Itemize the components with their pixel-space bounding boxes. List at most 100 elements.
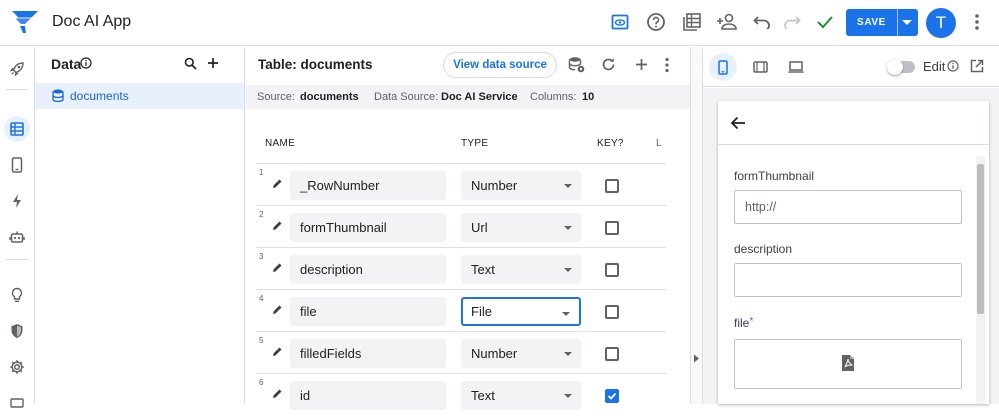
row-number: 3 <box>259 252 264 261</box>
phone-icon[interactable] <box>4 152 30 178</box>
table-row: 2 formThumbnail Url <box>256 205 666 247</box>
app-title: Doc AI App <box>52 13 132 30</box>
edit-pencil-icon[interactable] <box>271 388 283 400</box>
key-checkbox[interactable] <box>605 263 619 277</box>
save-options-chevron-down-icon[interactable] <box>902 20 912 25</box>
refresh-icon[interactable] <box>601 57 616 72</box>
preview-canvas: formThumbnail http:// description file* <box>703 88 999 404</box>
save-button-separator <box>897 9 898 36</box>
edit-mode-toggle[interactable] <box>887 59 915 75</box>
database-settings-icon[interactable] <box>568 56 586 74</box>
add-icon[interactable] <box>635 58 648 71</box>
panel-splitter[interactable] <box>690 47 703 404</box>
column-type-value: Text <box>471 388 495 403</box>
key-checkbox[interactable] <box>605 347 619 361</box>
column-name-input[interactable]: file <box>290 297 446 326</box>
data-panel-title: Data <box>51 56 82 72</box>
edit-pencil-icon[interactable] <box>271 262 283 274</box>
column-header-truncated: L <box>656 138 662 149</box>
open-in-new-icon[interactable] <box>970 59 984 73</box>
field-label-formthumbnail: formThumbnail <box>734 169 815 183</box>
back-arrow-icon[interactable] <box>730 116 746 130</box>
add-user-icon[interactable] <box>716 11 738 33</box>
column-type-value: File <box>471 304 492 319</box>
required-mark: * <box>749 316 754 327</box>
dropdown-arrow-icon <box>564 226 572 230</box>
bolt-icon[interactable] <box>4 188 30 214</box>
device-frame: formThumbnail http:// description file* <box>718 101 989 404</box>
row-number: 6 <box>259 378 264 387</box>
settings-icon[interactable] <box>4 354 30 380</box>
columns-label: Columns: <box>530 91 577 103</box>
rocket-icon[interactable] <box>4 56 30 82</box>
description-field[interactable] <box>734 263 962 297</box>
rail-more-icon[interactable] <box>4 390 30 416</box>
column-type-select[interactable]: Number <box>461 339 581 368</box>
sidebar-item-documents[interactable]: documents <box>35 83 244 109</box>
rail-divider <box>6 89 28 90</box>
app-preview-panel: Edit formThumbnail http:// description f… <box>703 47 999 404</box>
robot-icon[interactable] <box>4 224 30 250</box>
scrollbar-thumb[interactable] <box>977 164 984 314</box>
desktop-view-icon[interactable] <box>782 53 810 81</box>
pdf-file-icon <box>842 355 854 371</box>
save-button[interactable]: SAVE <box>846 9 918 36</box>
datasource-value: Doc AI Service <box>441 91 518 103</box>
undo-icon[interactable] <box>751 11 773 33</box>
info-icon[interactable] <box>947 60 959 72</box>
edit-pencil-icon[interactable] <box>271 220 283 232</box>
column-name-input[interactable]: id <box>290 381 446 410</box>
edit-pencil-icon[interactable] <box>271 178 283 190</box>
dropdown-arrow-icon <box>564 268 572 272</box>
lightbulb-icon[interactable] <box>4 282 30 308</box>
data-icon[interactable] <box>4 116 30 142</box>
check-icon[interactable] <box>814 11 836 33</box>
redo-icon[interactable] <box>781 11 803 33</box>
preview-icon[interactable] <box>609 11 631 33</box>
table-info-bar: Source: documents Data Source: Doc AI Se… <box>246 85 690 109</box>
file-upload-field[interactable] <box>734 339 962 389</box>
column-type-value: Url <box>471 220 488 235</box>
help-icon[interactable] <box>645 11 667 33</box>
avatar[interactable]: T <box>926 8 956 38</box>
shield-icon[interactable] <box>4 318 30 344</box>
more-vert-icon[interactable] <box>664 57 670 73</box>
column-type-select[interactable]: File <box>461 297 581 326</box>
preview-toolbar: Edit <box>703 47 999 87</box>
column-header-key: KEY? <box>597 138 624 149</box>
add-table-icon[interactable] <box>207 57 219 69</box>
column-type-select[interactable]: Text <box>461 381 581 410</box>
table-row: 4 file File <box>256 289 666 331</box>
collapse-arrow-icon[interactable] <box>693 354 700 363</box>
key-checkbox[interactable] <box>605 389 619 403</box>
search-icon[interactable] <box>184 57 197 70</box>
formthumbnail-field[interactable]: http:// <box>734 190 962 224</box>
key-checkbox[interactable] <box>605 221 619 235</box>
more-vert-icon[interactable] <box>966 11 988 33</box>
table-row: 5 filledFields Number <box>256 331 666 373</box>
column-type-select[interactable]: Url <box>461 213 581 242</box>
column-name-input[interactable]: formThumbnail <box>290 213 446 242</box>
table-row: 6 id Text <box>256 373 666 415</box>
key-checkbox[interactable] <box>605 305 619 319</box>
table-view-icon[interactable] <box>681 11 703 33</box>
mobile-view-icon[interactable] <box>709 53 737 81</box>
key-checkbox[interactable] <box>605 179 619 193</box>
column-type-select[interactable]: Text <box>461 255 581 284</box>
column-header-type: TYPE <box>461 138 489 149</box>
column-name-input[interactable]: description <box>290 255 446 284</box>
view-data-source-button[interactable]: View data source <box>443 52 557 78</box>
column-name-input[interactable]: _RowNumber <box>290 171 446 200</box>
info-icon[interactable] <box>80 57 92 69</box>
table-row: 3 description Text <box>256 247 666 289</box>
table-row: 1 _RowNumber Number <box>256 163 666 205</box>
column-type-value: Text <box>471 262 495 277</box>
tablet-view-icon[interactable] <box>746 53 774 81</box>
column-header-name: NAME <box>265 138 296 149</box>
edit-label: Edit <box>923 59 946 74</box>
edit-pencil-icon[interactable] <box>271 346 283 358</box>
dropdown-arrow-icon <box>564 394 572 398</box>
column-type-select[interactable]: Number <box>461 171 581 200</box>
edit-pencil-icon[interactable] <box>271 304 283 316</box>
column-name-input[interactable]: filledFields <box>290 339 446 368</box>
